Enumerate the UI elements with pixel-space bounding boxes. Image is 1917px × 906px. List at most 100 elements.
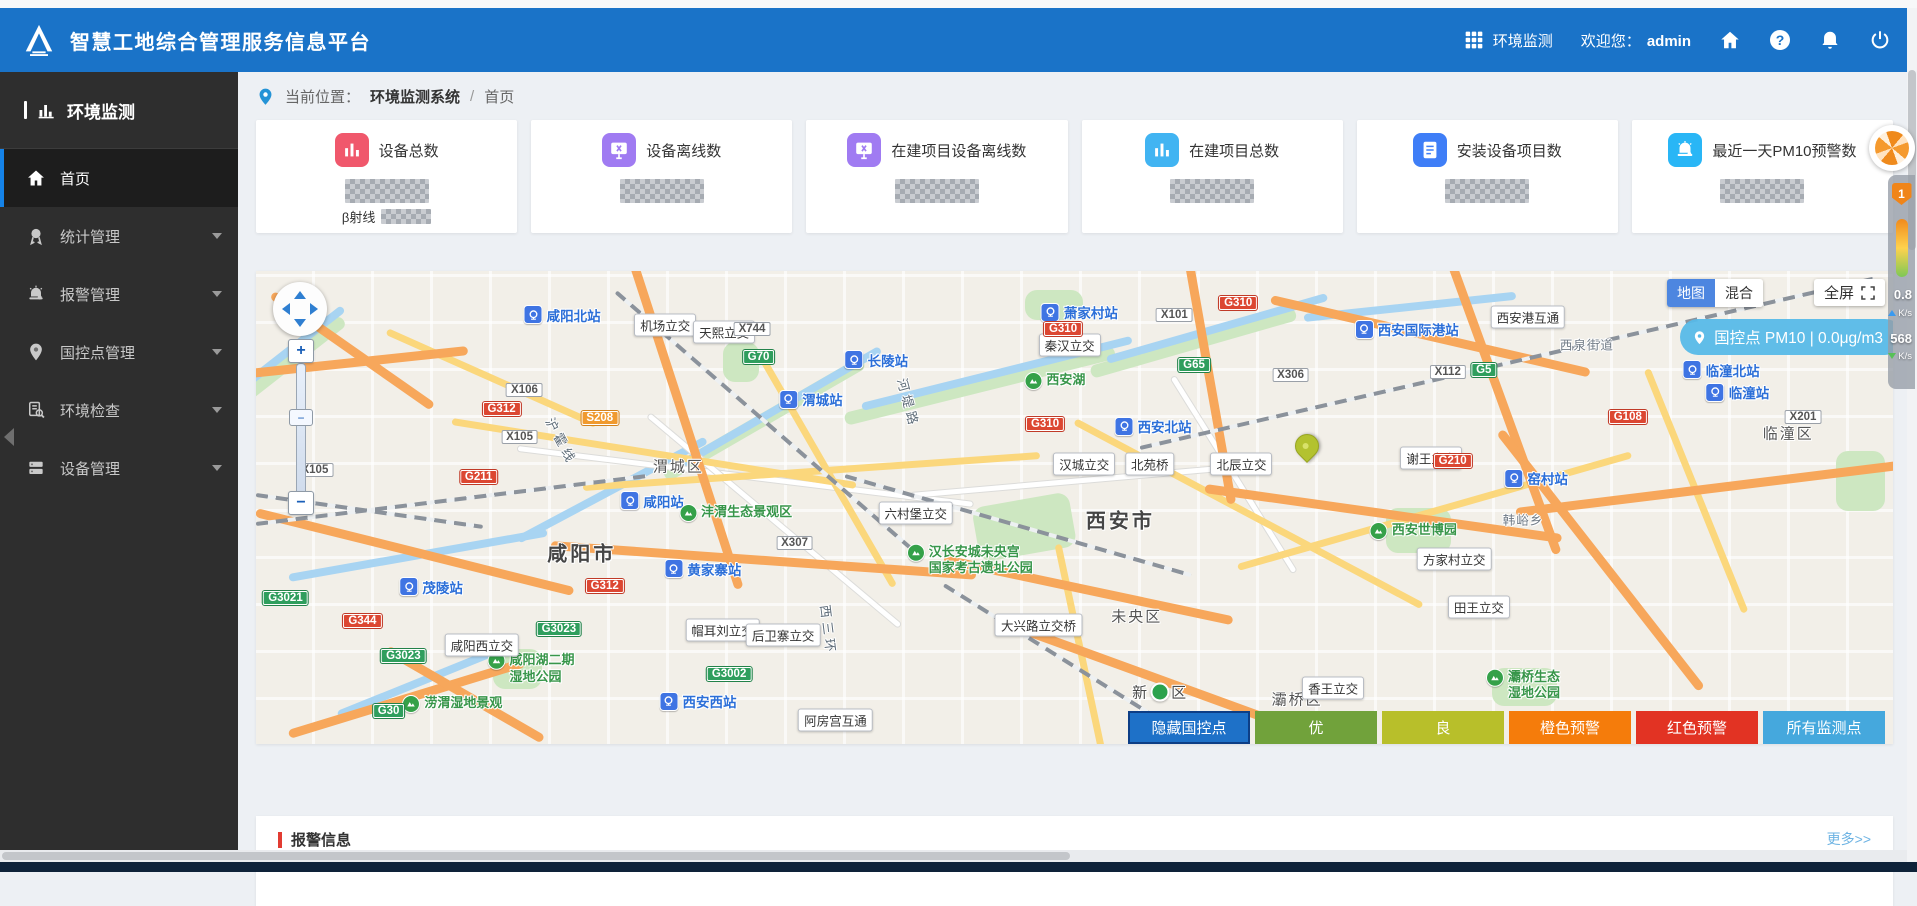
map-gred-label: G108 (1608, 410, 1647, 425)
legend-button[interactable]: 隐藏国控点 (1128, 711, 1250, 744)
home-icon[interactable] (1719, 29, 1741, 51)
stat-card-title: 在建项目设备离线数 (891, 142, 1027, 160)
map-station-marker[interactable]: 临潼北站 (1682, 360, 1760, 380)
zoom-in-button[interactable]: + (288, 339, 314, 363)
sidebar-item-pin[interactable]: 国控点管理 (0, 323, 238, 381)
map-station-marker[interactable]: 长陵站 (844, 350, 908, 370)
stat-card-value-redacted (1170, 179, 1255, 203)
stat-card-head: 在建项目总数 (1145, 133, 1279, 167)
map-station-marker[interactable]: 窑村站 (1504, 468, 1568, 488)
map-ggreen-label: G70 (742, 350, 775, 365)
chart-icon (334, 133, 369, 167)
map-gwhite-label: X112 (1429, 365, 1466, 380)
sidebar-item-alarm[interactable]: 报警管理 (0, 265, 238, 323)
sidebar-item-home[interactable]: 首页 (0, 149, 238, 207)
pinwheel-swirl (1875, 131, 1909, 165)
notification-bell-icon[interactable] (1819, 29, 1841, 51)
monitor-dot-icon[interactable] (1150, 682, 1170, 702)
map-park-label: 沣渭生态景观区 (679, 504, 792, 523)
map-park-label: 西安湖 (1024, 372, 1085, 391)
stat-card-title: 最近一天PM10预警数 (1712, 142, 1857, 160)
down-arrow-icon (1888, 353, 1897, 360)
stat-card[interactable]: 安装设备项目数 (1356, 120, 1618, 233)
alarm-icon (26, 284, 46, 304)
pm10-tooltip[interactable]: 国控点 PM10 | 0.0μg/m3 (1680, 319, 1893, 355)
rail-station-icon (523, 305, 543, 325)
map-gred-label: G344 (343, 614, 382, 629)
stat-card-title: 设备离线数 (646, 142, 722, 160)
map-park-label: 灞桥生态 湿地公园 (1486, 668, 1560, 702)
pinwheel-icon[interactable] (1869, 125, 1915, 171)
horizontal-scrollbar-thumb[interactable] (2, 852, 1070, 860)
legend-button[interactable]: 红色预警 (1636, 711, 1758, 744)
map-junction-label: 北苑桥 (1125, 452, 1175, 476)
stat-card[interactable]: 设备总数 β射线 (256, 120, 518, 233)
map-gred-label: G310 (1219, 296, 1258, 311)
breadcrumb-separator: / (470, 87, 475, 105)
map-junction-label: 田王立交 (1447, 595, 1510, 619)
map-station-marker[interactable]: 西安北站 (1114, 416, 1192, 436)
stat-card[interactable]: 在建项目设备离线数 (806, 120, 1068, 233)
map-station-marker[interactable]: 萧家村站 (1040, 302, 1118, 322)
sidebar-item-label: 统计管理 (60, 228, 121, 246)
zoom-slider-handle[interactable]: − (289, 409, 313, 426)
legend-button[interactable]: 橙色预警 (1509, 711, 1631, 744)
more-link[interactable]: 更多>> (1827, 829, 1871, 849)
map-line-label: 西三环 (817, 604, 839, 657)
map-station-marker[interactable]: 黄家寨站 (664, 559, 741, 579)
map-station-marker[interactable]: 临潼站 (1705, 382, 1769, 402)
zoom-out-button[interactable]: − (288, 491, 314, 515)
legend-button[interactable]: 良 (1382, 711, 1504, 744)
stat-card[interactable]: 在建项目总数 (1081, 120, 1343, 233)
app-switcher[interactable]: 环境监测 (1464, 30, 1553, 51)
map-junction-label: 香王立交 (1302, 676, 1365, 700)
username: admin (1646, 32, 1691, 50)
map-station-marker[interactable]: 咸阳北站 (523, 305, 601, 325)
map-monitor-point[interactable]: 新区 (1132, 681, 1187, 702)
map-pm10-pin-marker[interactable] (1289, 429, 1324, 463)
pin-icon (1289, 429, 1324, 463)
map-canvas[interactable]: + − − 地图 混合 全屏 国控点 PM10 | 0.0μg/m3 隐藏国控点优… (256, 271, 1893, 744)
zoom-slider-track[interactable] (296, 363, 306, 511)
breadcrumb-system[interactable]: 环境监测系统 (370, 86, 460, 107)
map-gwhite-label: X106 (506, 383, 543, 398)
map-station-marker[interactable]: 咸阳站 (620, 491, 684, 511)
map-gwhite-label: X744 (733, 322, 771, 337)
pm10-tooltip-text: 国控点 PM10 | 0.0μg/m3 (1714, 330, 1883, 347)
sidebar-collapse-arrow[interactable] (4, 428, 14, 446)
legend-button[interactable]: 所有监测点 (1763, 711, 1885, 744)
help-icon[interactable]: ? (1769, 29, 1791, 51)
breadcrumb-current[interactable]: 首页 (484, 86, 514, 107)
map-station-marker[interactable]: 渭城站 (779, 389, 843, 409)
map-gwhite-label: X101 (1155, 307, 1193, 322)
map-park-label: 咸阳湖二期 湿地公园 (487, 652, 575, 685)
map-station-marker[interactable]: 西安西站 (659, 691, 736, 711)
park-icon (1024, 372, 1043, 391)
stat-card-subrow: β射线 (342, 207, 432, 226)
stat-card[interactable]: 最近一天PM10预警数 (1631, 120, 1894, 233)
sidebar-item-inspect[interactable]: 环境检查 (0, 381, 238, 439)
sidebar-item-device[interactable]: 设备管理 (0, 439, 238, 497)
power-logout-icon[interactable] (1869, 29, 1891, 51)
map-station-marker[interactable]: 茂陵站 (399, 577, 463, 597)
rail-station-icon (620, 491, 640, 511)
horizontal-scrollbar[interactable] (0, 850, 1907, 862)
map-gorange-label: S208 (581, 411, 619, 426)
rail-station-icon (1705, 382, 1725, 402)
pan-up-icon[interactable] (294, 291, 306, 299)
stat-card-value-redacted (344, 179, 429, 203)
pan-down-icon[interactable] (294, 319, 306, 327)
app-logo-icon (20, 23, 58, 57)
map-type-hybrid-button[interactable]: 混合 (1715, 279, 1763, 307)
stat-card[interactable]: 设备离线数 (531, 120, 793, 233)
map-type-map-button[interactable]: 地图 (1667, 279, 1715, 307)
map-station-marker[interactable]: 西安国际港站 (1354, 319, 1459, 339)
map-gred-label: G310 (1043, 322, 1083, 337)
pan-right-icon[interactable] (310, 303, 318, 315)
legend-button[interactable]: 优 (1255, 711, 1377, 744)
chevron-down-icon (212, 349, 222, 355)
rail-station-icon (399, 577, 419, 597)
map-pan-control[interactable] (273, 282, 327, 336)
pan-left-icon[interactable] (282, 303, 290, 315)
sidebar-item-stats[interactable]: 统计管理 (0, 207, 238, 265)
